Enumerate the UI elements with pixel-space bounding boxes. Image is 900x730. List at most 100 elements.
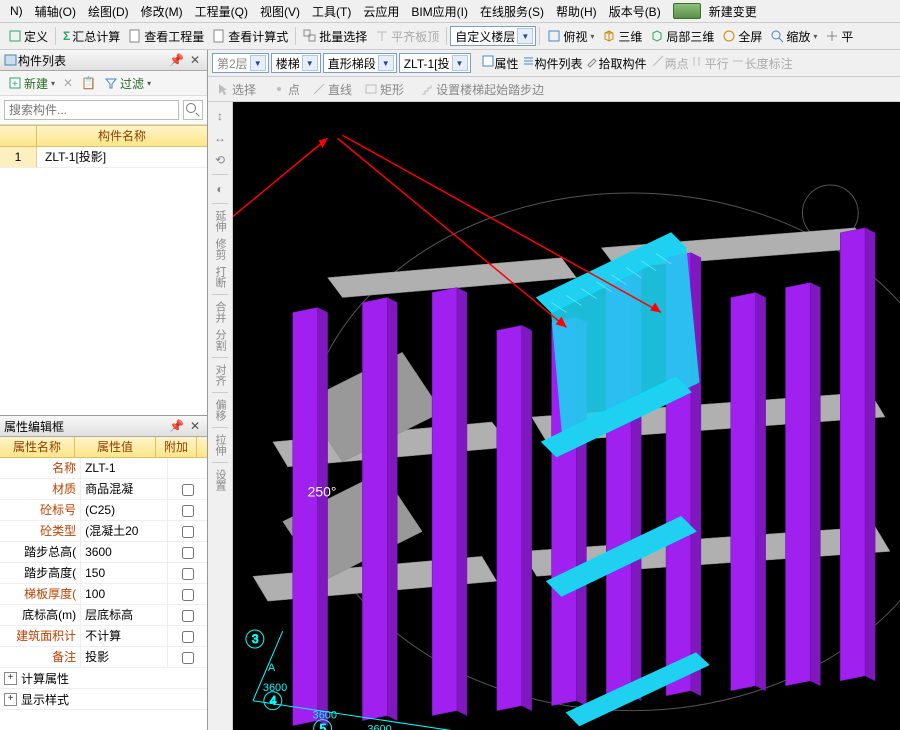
- vtool-extend[interactable]: 延伸: [212, 210, 228, 232]
- menu-item[interactable]: N): [4, 4, 29, 18]
- prop-value[interactable]: 投影: [81, 647, 168, 667]
- menu-view[interactable]: 视图(V): [254, 3, 306, 20]
- prop-extra[interactable]: [168, 605, 207, 625]
- close-icon[interactable]: ✕: [187, 53, 203, 67]
- floor-select[interactable]: 第2层▼: [212, 53, 269, 73]
- menu-bim[interactable]: BIM应用(I): [405, 3, 474, 20]
- prop-extra[interactable]: [168, 626, 207, 646]
- property-row[interactable]: 梯板厚度(100: [0, 584, 207, 605]
- vtool-settings[interactable]: 设置: [212, 469, 228, 491]
- menu-version[interactable]: 版本号(B): [603, 3, 667, 20]
- prop-extra[interactable]: [168, 521, 207, 541]
- prop-extra[interactable]: [168, 479, 207, 499]
- view-qty-button[interactable]: 查看工程量: [124, 26, 208, 47]
- select-button[interactable]: 选择: [212, 80, 260, 99]
- prop-value[interactable]: ZLT-1: [81, 458, 168, 478]
- property-button[interactable]: 属性: [481, 54, 519, 72]
- vtool-btn[interactable]: ⟲: [210, 150, 230, 170]
- vtool-btn[interactable]: ◐: [210, 179, 230, 199]
- prop-extra[interactable]: [168, 563, 207, 583]
- define-button[interactable]: 定义: [4, 26, 52, 47]
- prop-extra[interactable]: [168, 500, 207, 520]
- prop-checkbox[interactable]: [182, 652, 194, 664]
- prop-value[interactable]: 3600: [81, 542, 168, 562]
- new-member-button[interactable]: +新建▾: [4, 74, 59, 93]
- prop-extra[interactable]: [168, 584, 207, 604]
- vtool-align[interactable]: 对齐: [212, 364, 228, 386]
- delete-button[interactable]: ✕: [59, 75, 77, 91]
- prop-value[interactable]: 商品混凝: [81, 479, 168, 499]
- menu-help[interactable]: 帮助(H): [550, 3, 603, 20]
- type-select[interactable]: 直形梯段▼: [323, 53, 397, 73]
- vtool-merge[interactable]: 合并: [212, 301, 228, 323]
- prop-extra[interactable]: [168, 458, 207, 478]
- point-button[interactable]: 点: [268, 80, 304, 99]
- property-row[interactable]: 备注投影: [0, 647, 207, 668]
- member-search-input[interactable]: [4, 100, 179, 120]
- instance-select[interactable]: ZLT-1[投▼: [399, 53, 471, 73]
- member-row[interactable]: 1 ZLT-1[投影]: [0, 147, 207, 168]
- prop-checkbox[interactable]: [182, 610, 194, 622]
- member-list-button[interactable]: 构件列表: [521, 54, 583, 72]
- filter-button[interactable]: 过滤▾: [100, 74, 155, 93]
- prop-extra[interactable]: [168, 647, 207, 667]
- menu-tools[interactable]: 工具(T): [306, 3, 357, 20]
- stair-start-button[interactable]: 设置楼梯起始踏步边: [416, 80, 548, 99]
- category-select[interactable]: 楼梯▼: [271, 53, 321, 73]
- menu-quantity[interactable]: 工程量(Q): [189, 3, 254, 20]
- new-change-button[interactable]: 新建变更: [667, 3, 769, 20]
- pin-icon[interactable]: 📌: [166, 419, 187, 433]
- 3d-viewport[interactable]: A 3600 3600 3600 3600 3600 1800 3 4 5 6: [233, 102, 900, 730]
- vtool-trim[interactable]: 修剪: [212, 238, 228, 260]
- menu-aux-axis[interactable]: 辅轴(O): [29, 3, 82, 20]
- vtool-stretch[interactable]: 拉伸: [212, 434, 228, 456]
- pick-member-button[interactable]: 拾取构件: [585, 54, 647, 72]
- property-row[interactable]: 砼类型(混凝土20: [0, 521, 207, 542]
- property-row[interactable]: 砼标号(C25): [0, 500, 207, 521]
- line-button[interactable]: 直线: [308, 80, 356, 99]
- prop-extra[interactable]: [168, 542, 207, 562]
- length-dim-button[interactable]: 长度标注: [731, 54, 793, 72]
- vtool-btn[interactable]: ↔: [210, 128, 230, 148]
- prop-checkbox[interactable]: [182, 589, 194, 601]
- property-row[interactable]: 底标高(m)层底标高: [0, 605, 207, 626]
- prop-value[interactable]: 100: [81, 584, 168, 604]
- prop-value[interactable]: 不计算: [81, 626, 168, 646]
- property-row[interactable]: 踏步总高(3600: [0, 542, 207, 563]
- property-row[interactable]: 踏步高度(150: [0, 563, 207, 584]
- view-mode-button[interactable]: 俯视▾: [543, 26, 598, 47]
- expand-display-style[interactable]: + 显示样式: [0, 689, 207, 710]
- prop-value[interactable]: (混凝土20: [81, 521, 168, 541]
- prop-checkbox[interactable]: [182, 631, 194, 643]
- batch-select-button[interactable]: 批量选择: [299, 26, 371, 47]
- prop-value[interactable]: (C25): [81, 500, 168, 520]
- prop-checkbox[interactable]: [182, 484, 194, 496]
- prop-checkbox[interactable]: [182, 547, 194, 559]
- three-d-button[interactable]: 三维: [598, 26, 646, 47]
- property-row[interactable]: 名称ZLT-1: [0, 458, 207, 479]
- prop-checkbox[interactable]: [182, 526, 194, 538]
- close-icon[interactable]: ✕: [187, 419, 203, 433]
- vtool-break[interactable]: 打断: [212, 266, 228, 288]
- level-top-button[interactable]: 平齐板顶: [371, 26, 443, 47]
- prop-value[interactable]: 150: [81, 563, 168, 583]
- pan-button[interactable]: 平: [821, 26, 857, 47]
- rect-button[interactable]: 矩形: [360, 80, 408, 99]
- search-icon[interactable]: [183, 100, 203, 120]
- sum-calc-button[interactable]: Σ 汇总计算: [59, 26, 124, 47]
- parallel-button[interactable]: 平行: [691, 54, 729, 72]
- fullscreen-button[interactable]: 全屏: [718, 26, 766, 47]
- vtool-btn[interactable]: ↕: [210, 106, 230, 126]
- copy-button[interactable]: 📋: [77, 75, 100, 91]
- menu-online[interactable]: 在线服务(S): [474, 3, 550, 20]
- two-point-button[interactable]: 两点: [651, 54, 689, 72]
- prop-value[interactable]: 层底标高: [81, 605, 168, 625]
- prop-checkbox[interactable]: [182, 505, 194, 517]
- floor-combo[interactable]: 自定义楼层▼: [450, 26, 536, 46]
- vtool-split[interactable]: 分割: [212, 329, 228, 351]
- property-row[interactable]: 材质商品混凝: [0, 479, 207, 500]
- menu-draw[interactable]: 绘图(D): [82, 3, 135, 20]
- menu-modify[interactable]: 修改(M): [135, 3, 189, 20]
- zoom-button[interactable]: 缩放▾: [766, 26, 821, 47]
- vtool-offset[interactable]: 偏移: [212, 399, 228, 421]
